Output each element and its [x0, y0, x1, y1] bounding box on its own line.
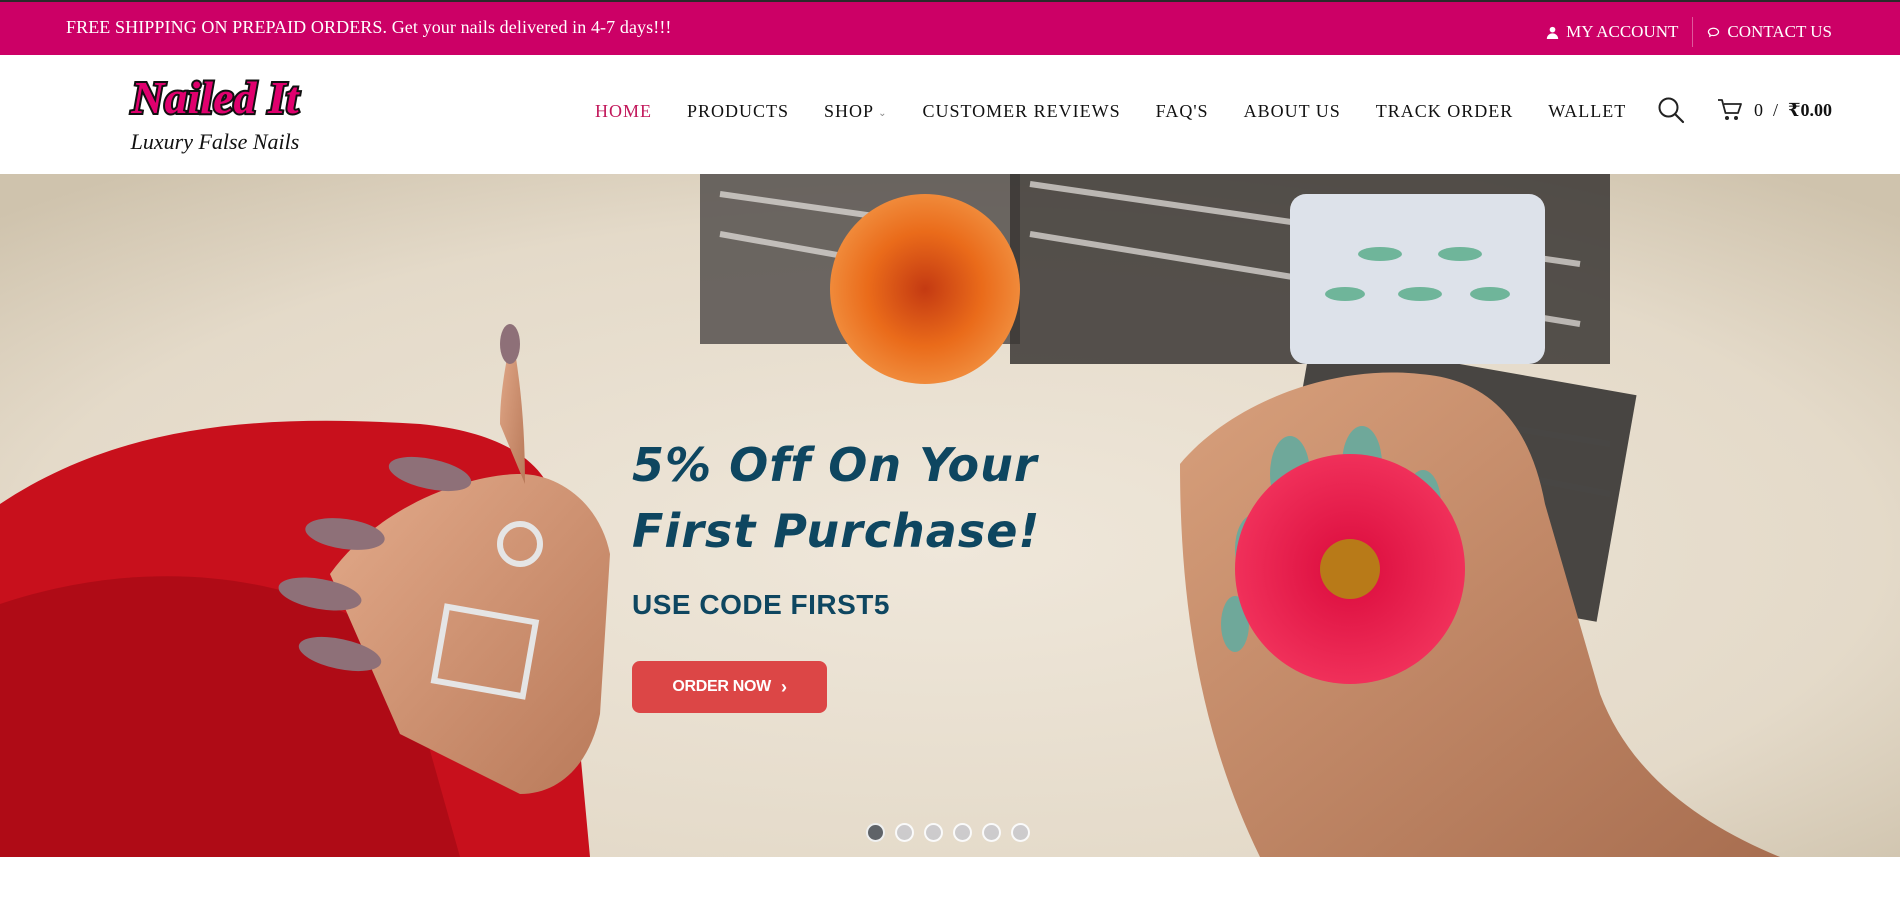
- cart-count: 0: [1753, 99, 1763, 120]
- contact-us-label: CONTACT US: [1727, 22, 1832, 41]
- slide-dot-5[interactable]: [982, 823, 1001, 842]
- hero-title-line-2: First Purchase!: [632, 504, 1041, 558]
- nav-about-us[interactable]: ABOUT US: [1244, 101, 1341, 122]
- slide-dot-4[interactable]: [953, 823, 972, 842]
- cart-button[interactable]: 0 / ₹0.00: [1716, 96, 1832, 124]
- nav-faqs[interactable]: FAQ'S: [1156, 101, 1209, 122]
- contact-us-link[interactable]: CONTACT US: [1707, 22, 1832, 42]
- svg-text:Nailed It: Nailed It: [130, 72, 300, 123]
- svg-text:Luxury False Nails: Luxury False Nails: [130, 129, 300, 154]
- slide-dot-6[interactable]: [1011, 823, 1030, 842]
- my-account-link[interactable]: MY ACCOUNT: [1546, 22, 1678, 42]
- order-now-label: ORDER NOW: [672, 678, 771, 695]
- slider-pagination: [866, 823, 1030, 842]
- slide-dot-2[interactable]: [895, 823, 914, 842]
- announcement-bar: FREE SHIPPING ON PREPAID ORDERS. Get you…: [0, 0, 1900, 55]
- hero-content: 5% Off On Your First Purchase! USE CODE …: [632, 432, 1052, 713]
- account-links: MY ACCOUNT CONTACT US: [1546, 17, 1832, 47]
- order-now-button[interactable]: ORDER NOW ›: [632, 661, 827, 713]
- my-account-label: MY ACCOUNT: [1566, 22, 1679, 41]
- page-content-start: [0, 857, 1900, 910]
- header-tools: 0 / ₹0.00: [1656, 95, 1832, 125]
- hero-title-line-1: 5% Off On Your: [632, 438, 1038, 492]
- main-navigation: HOME PRODUCTS SHOP ⌄ CUSTOMER REVIEWS FA…: [595, 101, 1661, 122]
- nav-home[interactable]: HOME: [595, 101, 652, 122]
- cart-total: ₹0.00: [1787, 99, 1832, 120]
- nav-products[interactable]: PRODUCTS: [687, 101, 789, 122]
- user-icon: [1546, 26, 1559, 39]
- shipping-promo-text: FREE SHIPPING ON PREPAID ORDERS. Get you…: [66, 17, 672, 37]
- slide-dot-1[interactable]: [866, 823, 885, 842]
- search-icon[interactable]: [1656, 95, 1686, 125]
- logo-graphic: Nailed It Luxury False Nails: [128, 70, 302, 154]
- hero-subtitle: USE CODE FIRST5: [632, 589, 890, 620]
- nav-track-order[interactable]: TRACK ORDER: [1376, 101, 1514, 122]
- hero-title: 5% Off On Your First Purchase!: [632, 432, 1052, 564]
- nav-customer-reviews[interactable]: CUSTOMER REVIEWS: [922, 101, 1120, 122]
- divider: [1692, 17, 1694, 47]
- brand-logo[interactable]: Nailed It Luxury False Nails: [90, 69, 340, 159]
- cart-separator: /: [1772, 99, 1778, 120]
- chevron-right-icon: ›: [780, 677, 787, 697]
- nav-shop-label: SHOP: [824, 101, 875, 121]
- chat-icon: [1708, 27, 1720, 37]
- hero-slider[interactable]: 5% Off On Your First Purchase! USE CODE …: [0, 174, 1900, 857]
- slide-dot-3[interactable]: [924, 823, 943, 842]
- cart-icon: [1717, 99, 1742, 120]
- nav-wallet[interactable]: WALLET: [1548, 101, 1626, 122]
- chevron-down-icon: ⌄: [878, 107, 888, 119]
- site-header: Nailed It Luxury False Nails HOME PRODUC…: [0, 55, 1900, 174]
- nav-shop[interactable]: SHOP ⌄: [824, 101, 887, 122]
